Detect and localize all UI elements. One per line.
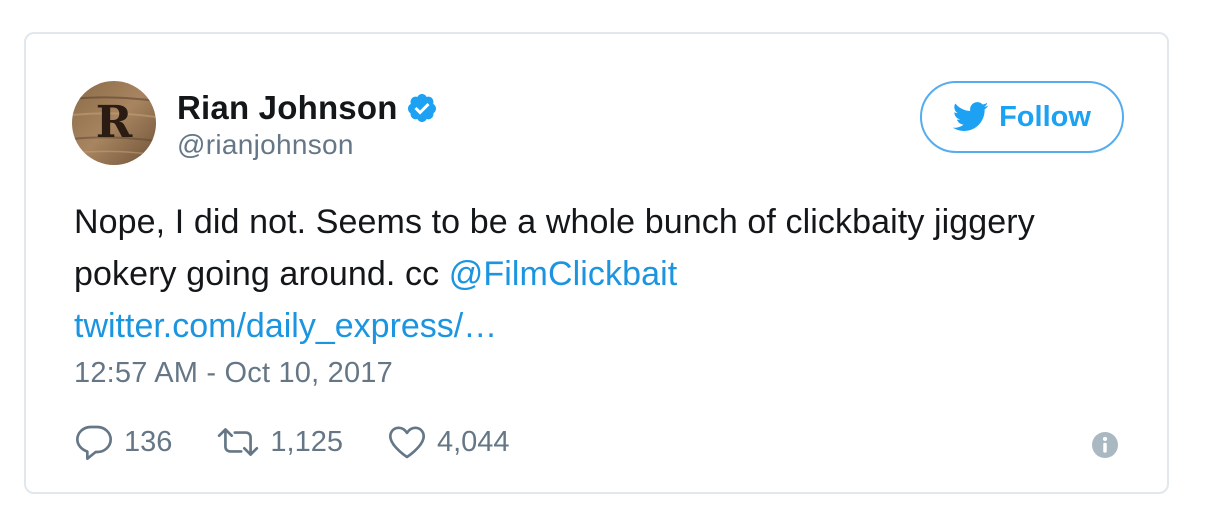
mention-link[interactable]: @FilmClickbait bbox=[449, 255, 678, 293]
tweet-text: Nope, I did not. Seems to be a whole bun… bbox=[74, 196, 1134, 300]
tweet-url-link[interactable]: twitter.com/daily_express/… bbox=[74, 300, 497, 352]
reply-count: 136 bbox=[124, 425, 173, 458]
retweet-action[interactable]: 1,125 bbox=[216, 422, 343, 462]
retweet-icon bbox=[218, 428, 259, 456]
avatar[interactable]: R bbox=[72, 81, 156, 165]
tweet-actions: 136 1,125 4,044 bbox=[74, 420, 554, 464]
tweet-timestamp[interactable]: 12:57 AM - Oct 10, 2017 bbox=[74, 357, 393, 390]
svg-text:R: R bbox=[96, 97, 133, 148]
author-handle[interactable]: @rianjohnson bbox=[177, 129, 354, 161]
author-display-name[interactable]: Rian Johnson bbox=[177, 89, 398, 127]
author-name-row: Rian Johnson bbox=[177, 86, 438, 130]
like-action[interactable]: 4,044 bbox=[387, 422, 510, 462]
like-count: 4,044 bbox=[436, 425, 510, 458]
follow-button[interactable]: Follow bbox=[920, 81, 1124, 153]
retweet-count: 1,125 bbox=[270, 425, 343, 458]
heart-icon bbox=[388, 426, 425, 459]
tweet-card: R Rian Johnson @rianjohnson Follow Nope,… bbox=[24, 32, 1169, 494]
reply-icon bbox=[76, 425, 112, 460]
avatar-image: R bbox=[72, 81, 156, 165]
info-icon[interactable] bbox=[1092, 432, 1118, 458]
follow-button-label: Follow bbox=[999, 100, 1091, 133]
reply-action[interactable]: 136 bbox=[74, 422, 172, 462]
verified-badge-icon bbox=[406, 92, 438, 124]
twitter-bird-icon bbox=[953, 102, 989, 131]
